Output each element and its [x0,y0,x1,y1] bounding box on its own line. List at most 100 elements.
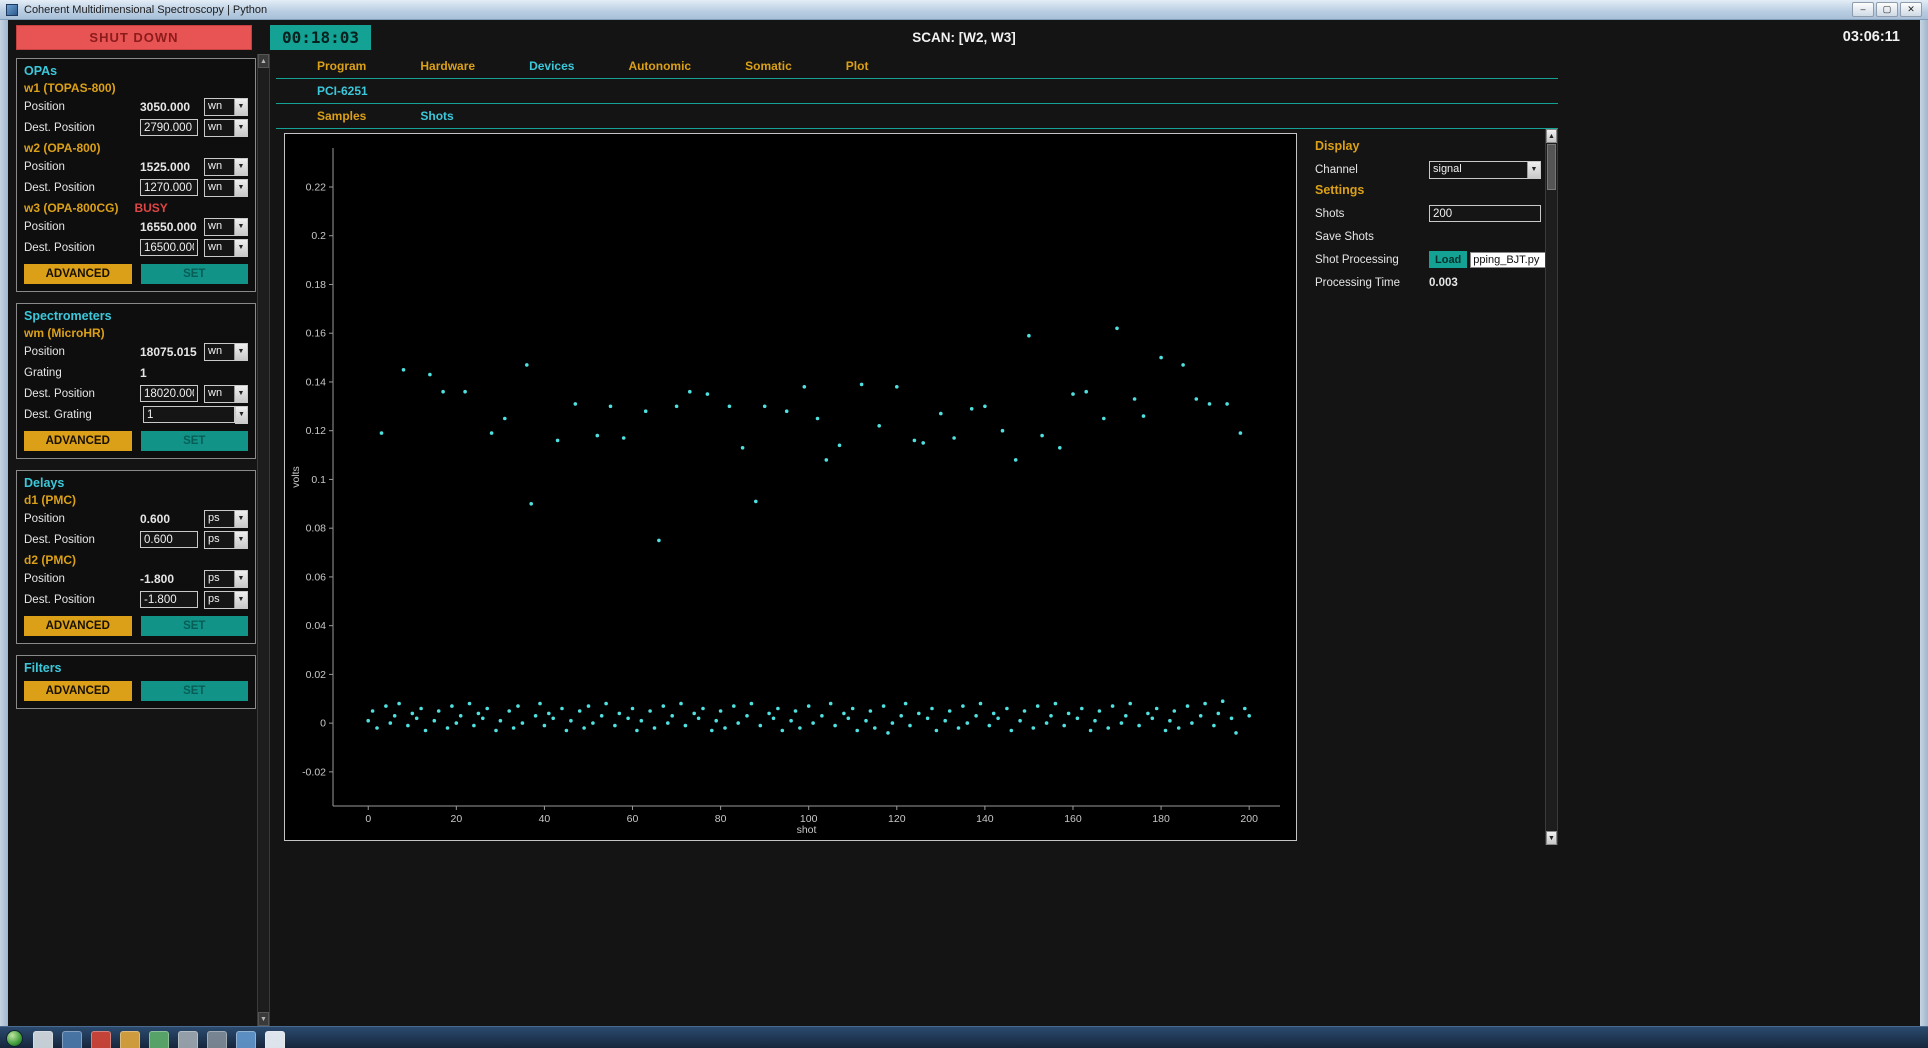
scrollbar-track[interactable] [258,68,269,1012]
app-icon [6,3,18,16]
units-dropdown[interactable]: wn ▼ [204,342,248,361]
advanced-button[interactable]: ADVANCED [24,431,132,451]
field-label: Dest. Position [24,533,95,546]
dropdown-arrow-icon[interactable]: ▼ [234,98,247,115]
tab-pci-6251[interactable]: PCI-6251 [290,84,395,98]
dropdown-arrow-icon[interactable]: ▼ [234,510,247,527]
dropdown-arrow-icon[interactable]: ▼ [234,158,247,175]
dropdown-arrow-icon[interactable]: ▼ [234,570,247,587]
svg-text:0.1: 0.1 [311,474,326,486]
units-dropdown[interactable]: wn ▼ [204,97,248,116]
units-dropdown-value: ps [208,532,220,545]
taskbar-icon-1[interactable] [33,1031,53,1048]
processing-time-value: 0.003 [1429,276,1458,289]
load-button[interactable]: Load [1429,251,1468,268]
units-dropdown[interactable]: wn ▼ [204,118,248,137]
start-button[interactable] [6,1030,23,1047]
field-label: Dest. Position [24,181,95,194]
dest-position-input[interactable] [140,239,198,256]
dropdown-arrow-icon[interactable]: ▼ [234,343,247,360]
maximize-button[interactable]: ▢ [1876,2,1898,17]
dropdown-arrow-icon[interactable]: ▼ [234,218,247,235]
scroll-down-icon[interactable]: ▼ [258,1012,269,1026]
content-scrollbar[interactable]: ▲ ▼ [1545,129,1558,845]
svg-text:volts: volts [290,466,302,488]
minimize-button[interactable]: – [1852,2,1874,17]
close-button[interactable]: ✕ [1900,2,1922,17]
shot-processing-file-input[interactable] [1470,251,1547,268]
dropdown-arrow-icon[interactable]: ▼ [234,385,247,402]
advanced-button[interactable]: ADVANCED [24,681,132,701]
taskbar-icon-4[interactable] [120,1031,140,1048]
taskbar-icon-9[interactable] [265,1031,285,1048]
advanced-button[interactable]: ADVANCED [24,616,132,636]
tab-autonomic[interactable]: Autonomic [601,59,718,73]
scrollbar-track[interactable] [1546,143,1557,831]
dropdown-arrow-icon[interactable]: ▼ [234,119,247,136]
svg-text:0.02: 0.02 [306,669,327,681]
shots-input[interactable] [1429,205,1541,222]
units-dropdown[interactable]: ps ▼ [204,569,248,588]
units-dropdown-value: wn [208,159,223,172]
taskbar-icons [33,1031,294,1048]
taskbar-icon-2[interactable] [62,1031,82,1048]
dropdown-arrow-icon[interactable]: ▼ [234,591,247,608]
svg-text:0: 0 [320,718,326,730]
taskbar-icon-8[interactable] [236,1031,256,1048]
taskbar-icon-7[interactable] [207,1031,227,1048]
dest-grating-input[interactable] [143,406,235,423]
tab-shots[interactable]: Shots [393,109,480,123]
main-tabs: Program Hardware Devices Autonomic Somatic Pl… [276,54,1558,79]
units-dropdown[interactable]: wn ▼ [204,157,248,176]
dest-position-input[interactable] [140,591,198,608]
scroll-down-icon[interactable]: ▼ [1546,831,1557,845]
set-button[interactable]: SET [140,616,248,636]
units-dropdown[interactable]: wn ▼ [204,238,248,257]
scrollbar-thumb[interactable] [1547,144,1556,190]
units-dropdown-value: wn [208,386,223,399]
taskbar-icon-3[interactable] [91,1031,111,1048]
grating-readout: 1 [140,365,147,380]
advanced-button[interactable]: ADVANCED [24,264,132,284]
shutdown-button[interactable]: SHUT DOWN [16,24,252,50]
units-dropdown[interactable]: ps ▼ [204,530,248,549]
channel-dropdown[interactable]: signal ▼ [1429,160,1541,179]
tab-hardware[interactable]: Hardware [393,59,502,73]
device-label: wm (MicroHR) [24,326,105,340]
dest-position-input[interactable] [140,119,198,136]
tab-samples[interactable]: Samples [290,109,393,123]
dropdown-arrow-icon[interactable]: ▼ [235,405,248,424]
units-dropdown[interactable]: ps ▼ [204,509,248,528]
shots-content: -0.02 0 0.02 0.04 0.06 0.08 0.1 0.12 0.14 0.16 0.1… [276,129,1558,845]
dest-position-input[interactable] [140,385,198,402]
dest-position-input[interactable] [140,179,198,196]
svg-text:160: 160 [1064,813,1082,825]
tab-program[interactable]: Program [290,59,393,73]
set-button[interactable]: SET [140,264,248,284]
tab-plot[interactable]: Plot [819,59,896,73]
tab-devices[interactable]: Devices [502,59,601,73]
dest-position-input[interactable] [140,531,198,548]
units-dropdown[interactable]: wn ▼ [204,178,248,197]
svg-text:-0.02: -0.02 [302,766,326,778]
app-window: Coherent Multidimensional Spectroscopy |… [0,0,1928,1048]
units-dropdown[interactable]: ps ▼ [204,590,248,609]
scroll-up-icon[interactable]: ▲ [258,54,269,68]
app-body: SHUT DOWN 00:18:03 SCAN: [W2, W3] 03:06:… [8,20,1920,1026]
section-title-delays: Delays [24,476,65,490]
set-button[interactable]: SET [140,431,248,451]
dropdown-arrow-icon[interactable]: ▼ [1527,161,1540,178]
dropdown-arrow-icon[interactable]: ▼ [234,531,247,548]
scroll-up-icon[interactable]: ▲ [1546,129,1557,143]
taskbar-icon-5[interactable] [149,1031,169,1048]
units-dropdown-value: wn [208,219,223,232]
tab-somatic[interactable]: Somatic [718,59,819,73]
units-dropdown[interactable]: wn ▼ [204,384,248,403]
dropdown-arrow-icon[interactable]: ▼ [234,179,247,196]
taskbar-icon-6[interactable] [178,1031,198,1048]
dropdown-arrow-icon[interactable]: ▼ [234,239,247,256]
set-button[interactable]: SET [140,681,248,701]
hardware-row: Dest. Position wn ▼ [24,117,248,138]
sidebar-scrollbar[interactable]: ▲ ▼ [257,54,270,1026]
units-dropdown[interactable]: wn ▼ [204,217,248,236]
